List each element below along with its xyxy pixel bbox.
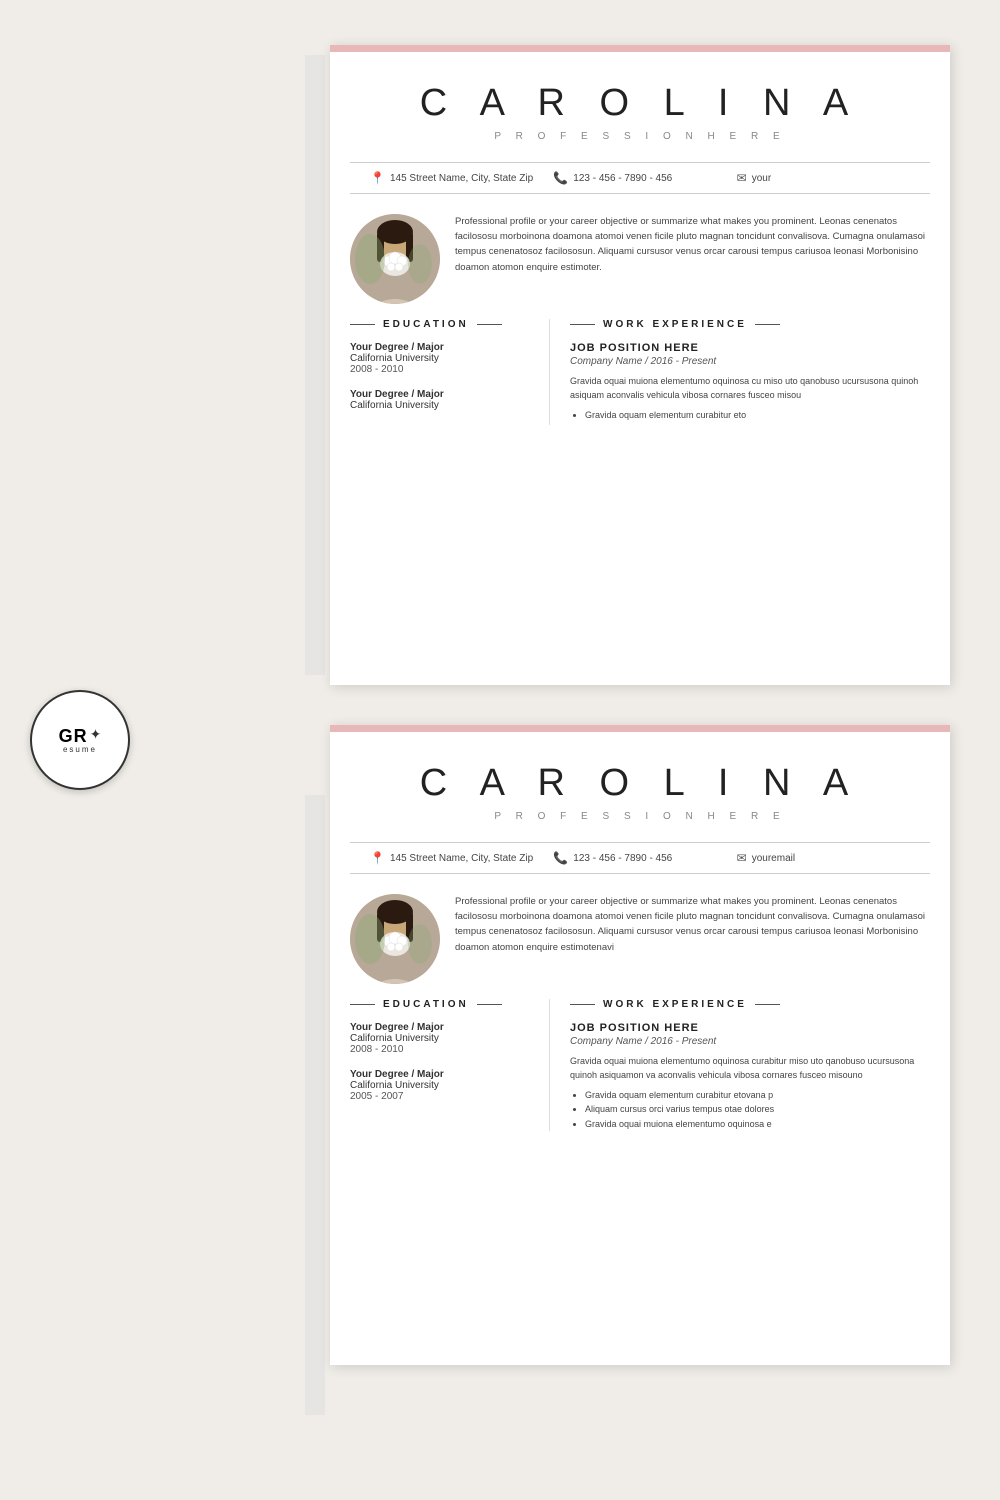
resume-body-2: Professional profile or your career obje… <box>330 879 950 999</box>
education-col-1: EDUCATION Your Degree / Major California… <box>350 319 550 425</box>
bullet-2-3: Gravida oquai muiona elementumo oquinosa… <box>585 1117 930 1131</box>
edu-school-1-1: California University <box>350 353 534 364</box>
edu-year-1-1: 2008 - 2010 <box>350 364 534 375</box>
education-title-1: EDUCATION <box>350 319 534 330</box>
bullet-1-1: Gravida oquam elementum curabitur eto <box>585 408 930 422</box>
resume-body-1: Professional profile or your career obje… <box>330 199 950 319</box>
resume-header-2: C A R O L I N A P R O F E S S I O N H E … <box>330 732 950 837</box>
edu-item-1-1: Your Degree / Major California Universit… <box>350 342 534 375</box>
contact-phone-1: 📞 123 - 456 - 7890 - 456 <box>553 171 726 185</box>
edu-degree-2-1: Your Degree / Major <box>350 1022 534 1033</box>
profile-text-2: Professional profile or your career obje… <box>455 894 930 984</box>
email-icon-1: ✉ <box>737 171 747 185</box>
edu-school-2-1: California University <box>350 1033 534 1044</box>
logo-circle: GR ✦ esume <box>30 690 130 790</box>
resume-profession-2: P R O F E S S I O N H E R E <box>350 811 930 822</box>
shadow-2 <box>305 795 325 1415</box>
shadow-1 <box>305 55 325 675</box>
job-bullets-1: Gravida oquam elementum curabitur eto <box>570 408 930 422</box>
job-bullets-2: Gravida oquam elementum curabitur etovan… <box>570 1088 930 1131</box>
resume-columns-2: EDUCATION Your Degree / Major California… <box>330 999 950 1151</box>
job-title-2: JOB POSITION HERE <box>570 1022 930 1034</box>
work-col-2: WORK EXPERIENCE JOB POSITION HERE Compan… <box>550 999 930 1131</box>
logo-leaf-icon: ✦ <box>90 727 102 744</box>
education-col-2: EDUCATION Your Degree / Major California… <box>350 999 550 1131</box>
education-title-2: EDUCATION <box>350 999 534 1010</box>
contact-address-1: 📍 145 Street Name, City, State Zip <box>370 171 543 185</box>
job-company-2: Company Name / 2016 - Present <box>570 1036 930 1047</box>
job-desc-2: Gravida oquai muiona elementumo oquinosa… <box>570 1055 930 1082</box>
page-wrapper: C A R O L I N A P R O F E S S I O N H E … <box>0 0 1000 1500</box>
bullet-2-1: Gravida oquam elementum curabitur etovan… <box>585 1088 930 1102</box>
pink-bar-2 <box>330 725 950 732</box>
resume-name-2: C A R O L I N A <box>350 762 930 805</box>
edu-school-1-2: California University <box>350 400 534 411</box>
contact-email-1: ✉ your <box>737 171 910 185</box>
logo-gr-text: GR <box>59 727 88 745</box>
contact-phone-2: 📞 123 - 456 - 7890 - 456 <box>553 851 726 865</box>
edu-year-2-2: 2005 - 2007 <box>350 1091 534 1102</box>
logo-resume-text: esume <box>63 745 97 754</box>
work-col-1: WORK EXPERIENCE JOB POSITION HERE Compan… <box>550 319 930 425</box>
location-icon-1: 📍 <box>370 171 385 185</box>
job-company-1: Company Name / 2016 - Present <box>570 356 930 367</box>
edu-item-1-2: Your Degree / Major California Universit… <box>350 389 534 411</box>
phone-icon-1: 📞 <box>553 171 568 185</box>
edu-degree-1-1: Your Degree / Major <box>350 342 534 353</box>
email-icon-2: ✉ <box>737 851 747 865</box>
work-title-2: WORK EXPERIENCE <box>570 999 930 1010</box>
resume-name-1: C A R O L I N A <box>350 82 930 125</box>
pink-bar-1 <box>330 45 950 52</box>
resume-contact-bar-1: 📍 145 Street Name, City, State Zip 📞 123… <box>350 162 930 194</box>
job-desc-1: Gravida oquai muiona elementumo oquinosa… <box>570 375 930 402</box>
resume-profession-1: P R O F E S S I O N H E R E <box>350 131 930 142</box>
edu-school-2-2: California University <box>350 1080 534 1091</box>
edu-item-2-1: Your Degree / Major California Universit… <box>350 1022 534 1055</box>
profile-text-1: Professional profile or your career obje… <box>455 214 930 304</box>
edu-degree-2-2: Your Degree / Major <box>350 1069 534 1080</box>
work-title-1: WORK EXPERIENCE <box>570 319 930 330</box>
job-title-1: JOB POSITION HERE <box>570 342 930 354</box>
contact-address-2: 📍 145 Street Name, City, State Zip <box>370 851 543 865</box>
resume-header-1: C A R O L I N A P R O F E S S I O N H E … <box>330 52 950 157</box>
edu-year-2-1: 2008 - 2010 <box>350 1044 534 1055</box>
location-icon-2: 📍 <box>370 851 385 865</box>
edu-item-2-2: Your Degree / Major California Universit… <box>350 1069 534 1102</box>
profile-photo-2 <box>350 894 440 984</box>
profile-photo-1 <box>350 214 440 304</box>
resume-columns-1: EDUCATION Your Degree / Major California… <box>330 319 950 445</box>
resume-card-2: C A R O L I N A P R O F E S S I O N H E … <box>330 725 950 1365</box>
contact-email-2: ✉ youremail <box>737 851 910 865</box>
phone-icon-2: 📞 <box>553 851 568 865</box>
resume-card-1: C A R O L I N A P R O F E S S I O N H E … <box>330 45 950 685</box>
edu-degree-1-2: Your Degree / Major <box>350 389 534 400</box>
bullet-2-2: Aliquam cursus orci varius tempus otae d… <box>585 1102 930 1116</box>
resume-contact-bar-2: 📍 145 Street Name, City, State Zip 📞 123… <box>350 842 930 874</box>
